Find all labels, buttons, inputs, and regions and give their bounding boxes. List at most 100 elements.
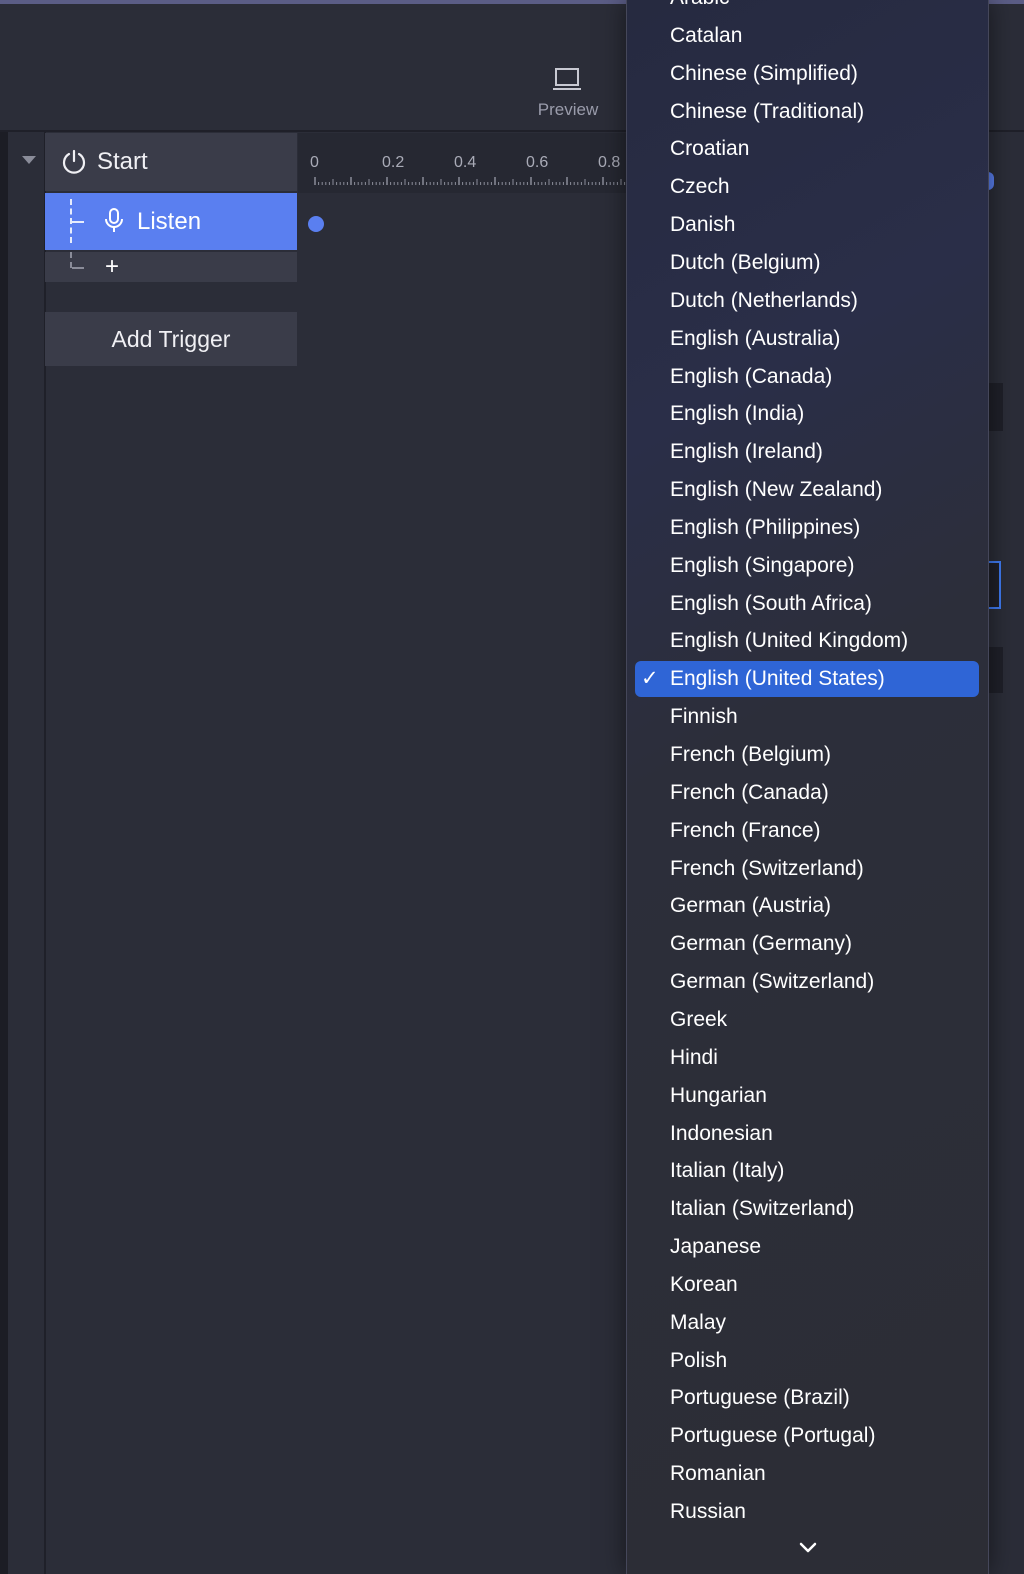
language-menu-item-label: Korean bbox=[670, 1273, 738, 1296]
language-menu-item[interactable]: French (Belgium) bbox=[635, 737, 979, 773]
language-menu-item-label: Russian bbox=[670, 1500, 746, 1523]
language-menu-item-label: Indonesian bbox=[670, 1122, 773, 1145]
properties-panel bbox=[988, 132, 1024, 1574]
timeline-ruler[interactable]: 0 0.2 0.4 0.6 0.8 bbox=[298, 133, 628, 193]
language-menu-item[interactable]: Finnish bbox=[635, 699, 979, 735]
language-menu-item-label: Dutch (Netherlands) bbox=[670, 289, 858, 312]
language-menu-item[interactable]: English (Singapore) bbox=[635, 548, 979, 584]
language-menu-item[interactable]: Romanian bbox=[635, 1456, 979, 1492]
language-menu-item[interactable]: Dutch (Belgium) bbox=[635, 245, 979, 281]
tree-connector bbox=[70, 252, 72, 268]
keyframe-dot[interactable] bbox=[308, 216, 324, 232]
language-menu-item-label: Greek bbox=[670, 1008, 728, 1031]
language-menu-item-label: Italian (Italy) bbox=[670, 1159, 785, 1182]
language-menu-item-label: French (Canada) bbox=[670, 781, 829, 804]
preview-label: Preview bbox=[537, 100, 599, 119]
language-menu-item[interactable]: Hindi bbox=[635, 1040, 979, 1076]
language-menu-item[interactable]: English (South Africa) bbox=[635, 586, 979, 622]
chevron-down-icon[interactable] bbox=[793, 1536, 823, 1560]
language-menu-item[interactable]: Russian bbox=[635, 1494, 979, 1530]
language-menu-item-label: English (Singapore) bbox=[670, 554, 855, 577]
language-dropdown-menu: Arabic Catalan Chinese (Simplified) Chinese… bbox=[626, 0, 989, 1574]
language-menu-item[interactable]: Portuguese (Brazil) bbox=[635, 1380, 979, 1416]
language-menu-item-label: English (United Kingdom) bbox=[670, 629, 909, 652]
language-menu-item[interactable]: English (Australia) bbox=[635, 321, 979, 357]
language-menu-item-label: Chinese (Traditional) bbox=[670, 100, 865, 123]
language-select-field[interactable] bbox=[988, 561, 1001, 609]
ruler-tick-label: 0.6 bbox=[526, 154, 549, 171]
language-menu-item[interactable]: Hungarian bbox=[635, 1078, 979, 1114]
language-menu-item[interactable]: Chinese (Traditional) bbox=[635, 94, 979, 130]
language-menu-item-label: English (New Zealand) bbox=[670, 478, 883, 501]
language-menu-item[interactable]: German (Switzerland) bbox=[635, 964, 979, 1000]
language-menu-item[interactable]: German (Austria) bbox=[635, 888, 979, 924]
tree-connector-branch bbox=[72, 221, 84, 223]
language-menu-item-label: Japanese bbox=[670, 1235, 762, 1258]
start-label: Start bbox=[97, 148, 148, 175]
language-menu-item[interactable]: Greek bbox=[635, 1002, 979, 1038]
checkmark-icon: ✓ bbox=[641, 667, 659, 690]
language-menu-item-label: Polish bbox=[670, 1349, 728, 1372]
language-menu-item-label: Romanian bbox=[670, 1462, 766, 1485]
language-menu-item[interactable]: Arabic bbox=[635, 0, 979, 16]
ruler-tick-label: 0 bbox=[310, 154, 319, 171]
language-menu-item-label: Danish bbox=[670, 213, 736, 236]
language-menu-item[interactable]: German (Germany) bbox=[635, 926, 979, 962]
language-menu-item-label: English (Australia) bbox=[670, 327, 841, 350]
tree-connector-branch bbox=[72, 267, 84, 269]
language-menu-item-label: Hindi bbox=[670, 1046, 718, 1069]
language-menu-item[interactable]: Czech bbox=[635, 169, 979, 205]
language-menu-item[interactable]: Polish bbox=[635, 1343, 979, 1379]
language-menu-item[interactable]: English (Ireland) bbox=[635, 434, 979, 470]
trigger-start-row[interactable]: Start bbox=[45, 133, 297, 191]
language-menu-item[interactable]: French (Switzerland) bbox=[635, 851, 979, 887]
language-menu-item-label: Arabic bbox=[670, 0, 730, 9]
language-menu-item-label: English (United States) bbox=[670, 667, 885, 690]
language-menu-item-label: English (Canada) bbox=[670, 365, 833, 388]
language-menu-item[interactable]: English (New Zealand) bbox=[635, 472, 979, 508]
language-menu-item[interactable]: English (Philippines) bbox=[635, 510, 979, 546]
language-menu-item[interactable]: Italian (Switzerland) bbox=[635, 1191, 979, 1227]
language-menu-item[interactable]: Japanese bbox=[635, 1229, 979, 1265]
language-menu-item-label: Czech bbox=[670, 175, 730, 198]
language-menu-item[interactable]: French (France) bbox=[635, 813, 979, 849]
language-menu-item[interactable]: English (Canada) bbox=[635, 359, 979, 395]
language-menu-item[interactable]: French (Canada) bbox=[635, 775, 979, 811]
language-menu-item[interactable]: English (United Kingdom) bbox=[635, 623, 979, 659]
layer-gutter bbox=[8, 132, 46, 1574]
language-menu-item-label: Portuguese (Brazil) bbox=[670, 1386, 850, 1409]
language-menu-item-label: Malay bbox=[670, 1311, 727, 1334]
power-icon bbox=[62, 149, 86, 174]
preview-button[interactable]: Preview bbox=[528, 66, 608, 126]
language-menu-item-label: English (South Africa) bbox=[670, 592, 872, 615]
language-menu-item[interactable]: Korean bbox=[635, 1267, 979, 1303]
language-menu-item[interactable]: Dutch (Netherlands) bbox=[635, 283, 979, 319]
properties-field[interactable] bbox=[988, 383, 1003, 431]
properties-field[interactable] bbox=[988, 647, 1003, 693]
language-menu-item[interactable]: ✓ English (United States) bbox=[635, 661, 979, 697]
add-action-button[interactable]: + bbox=[105, 253, 119, 281]
action-listen-row[interactable]: Listen bbox=[45, 193, 297, 250]
language-menu-item-label: English (Ireland) bbox=[670, 440, 823, 463]
language-menu-item[interactable]: Danish bbox=[635, 207, 979, 243]
language-menu-item-label: French (Switzerland) bbox=[670, 857, 864, 880]
collapse-arrow-icon[interactable] bbox=[22, 156, 36, 164]
language-menu-item-label: German (Germany) bbox=[670, 932, 853, 955]
language-menu-item[interactable]: English (India) bbox=[635, 396, 979, 432]
language-menu-item[interactable]: Portuguese (Portugal) bbox=[635, 1418, 979, 1454]
language-menu-item[interactable]: Italian (Italy) bbox=[635, 1153, 979, 1189]
left-edge-strip bbox=[0, 132, 8, 1574]
ruler-tick-label: 0.2 bbox=[382, 154, 405, 171]
add-trigger-button[interactable]: Add Trigger bbox=[45, 312, 297, 366]
ruler-tick-label: 0.8 bbox=[598, 154, 621, 171]
add-action-row: + bbox=[45, 252, 297, 282]
language-menu-item[interactable]: Malay bbox=[635, 1305, 979, 1341]
language-menu-item-label: Hungarian bbox=[670, 1084, 767, 1107]
language-menu-item-label: Italian (Switzerland) bbox=[670, 1197, 855, 1220]
language-menu-item[interactable]: Catalan bbox=[635, 18, 979, 54]
language-menu-item-label: French (France) bbox=[670, 819, 821, 842]
language-menu-item[interactable]: Chinese (Simplified) bbox=[635, 56, 979, 92]
language-menu-item[interactable]: Croatian bbox=[635, 131, 979, 167]
language-menu-item-label: Portuguese (Portugal) bbox=[670, 1424, 876, 1447]
language-menu-item[interactable]: Indonesian bbox=[635, 1116, 979, 1152]
